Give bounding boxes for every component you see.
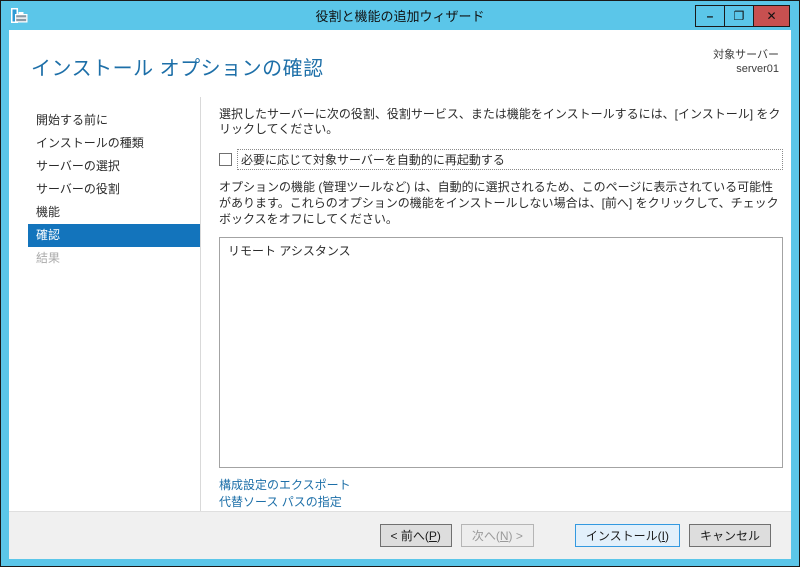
previous-button-label: < 前へ( <box>390 529 429 543</box>
target-server-info: 対象サーバー server01 <box>713 48 779 76</box>
export-configuration-link[interactable]: 構成設定のエクスポート <box>219 477 351 494</box>
cancel-button[interactable]: キャンセル <box>688 524 771 547</box>
auto-restart-label[interactable]: 必要に応じて対象サーバーを自動的に再起動する <box>237 149 783 170</box>
wizard-steps-sidebar: 開始する前に インストールの種類 サーバーの選択 サーバーの役割 機能 確認 結… <box>9 97 201 511</box>
intro-text: 選択したサーバーに次の役割、役割サービス、または機能をインストールするには、[イ… <box>219 107 781 136</box>
list-item: リモート アシスタンス <box>228 244 351 258</box>
next-accesskey: N <box>499 528 509 543</box>
next-button-label-suffix: ) > <box>508 528 523 543</box>
install-button-label: インストール( <box>585 529 662 543</box>
previous-button[interactable]: < 前へ(P) <box>379 524 452 547</box>
wizard-window: 役割と機能の追加ウィザード – ❐ ✕ インストール オプションの確認 対象サー… <box>0 0 800 567</box>
sidebar-item-confirmation[interactable]: 確認 <box>28 224 200 247</box>
sidebar-item-server-roles[interactable]: サーバーの役割 <box>28 178 200 201</box>
minimize-icon: – <box>706 9 714 23</box>
confirmation-pane: 選択したサーバーに次の役割、役割サービス、または機能をインストールするには、[イ… <box>201 97 791 511</box>
sidebar-item-installation-type[interactable]: インストールの種類 <box>28 132 200 155</box>
title-bar: 役割と機能の追加ウィザード – ❐ ✕ <box>1 1 799 30</box>
auto-restart-checkbox[interactable] <box>219 153 232 166</box>
footer-button-bar: < 前へ(P) 次へ(N) > インストール(I) キャンセル <box>9 512 791 559</box>
cancel-button-label: キャンセル <box>699 529 760 543</box>
window-frame: インストール オプションの確認 対象サーバー server01 開始する前に イ… <box>1 30 799 567</box>
wizard-body: 開始する前に インストールの種類 サーバーの選択 サーバーの役割 機能 確認 結… <box>9 97 791 511</box>
next-button-label: 次へ( <box>471 529 500 543</box>
sidebar-item-before-you-begin[interactable]: 開始する前に <box>28 109 200 132</box>
page-header: インストール オプションの確認 対象サーバー server01 <box>9 30 791 97</box>
window-controls: – ❐ ✕ <box>695 5 790 27</box>
sidebar-item-features[interactable]: 機能 <box>28 201 200 224</box>
alternate-source-path-link[interactable]: 代替ソース パスの指定 <box>219 494 342 511</box>
optional-features-note: オプションの機能 (管理ツールなど) は、自動的に選択されるため、このページに表… <box>219 180 779 226</box>
maximize-button[interactable]: ❐ <box>724 5 754 27</box>
target-server-name: server01 <box>736 63 779 75</box>
sidebar-item-results: 結果 <box>36 251 61 265</box>
next-button: 次へ(N) > <box>460 524 534 547</box>
previous-button-label-suffix: ) <box>436 528 441 543</box>
sidebar-item-server-selection[interactable]: サーバーの選択 <box>28 155 200 178</box>
window-title: 役割と機能の追加ウィザード <box>315 9 485 24</box>
wizard-content: インストール オプションの確認 対象サーバー server01 開始する前に イ… <box>9 30 791 559</box>
page-title: インストール オプションの確認 <box>31 58 324 80</box>
selected-items-listbox[interactable]: リモート アシスタンス <box>219 237 783 468</box>
close-button[interactable]: ✕ <box>753 5 790 27</box>
previous-accesskey: P <box>428 528 437 543</box>
action-links: 構成設定のエクスポート 代替ソース パスの指定 <box>219 477 783 511</box>
install-button[interactable]: インストール(I) <box>574 524 680 547</box>
close-icon: ✕ <box>766 9 777 23</box>
minimize-button[interactable]: – <box>695 5 725 27</box>
target-server-label: 対象サーバー <box>713 49 779 61</box>
auto-restart-row: 必要に応じて対象サーバーを自動的に再起動する <box>219 149 783 170</box>
install-button-label-suffix: ) <box>664 528 669 543</box>
maximize-icon: ❐ <box>733 9 745 23</box>
